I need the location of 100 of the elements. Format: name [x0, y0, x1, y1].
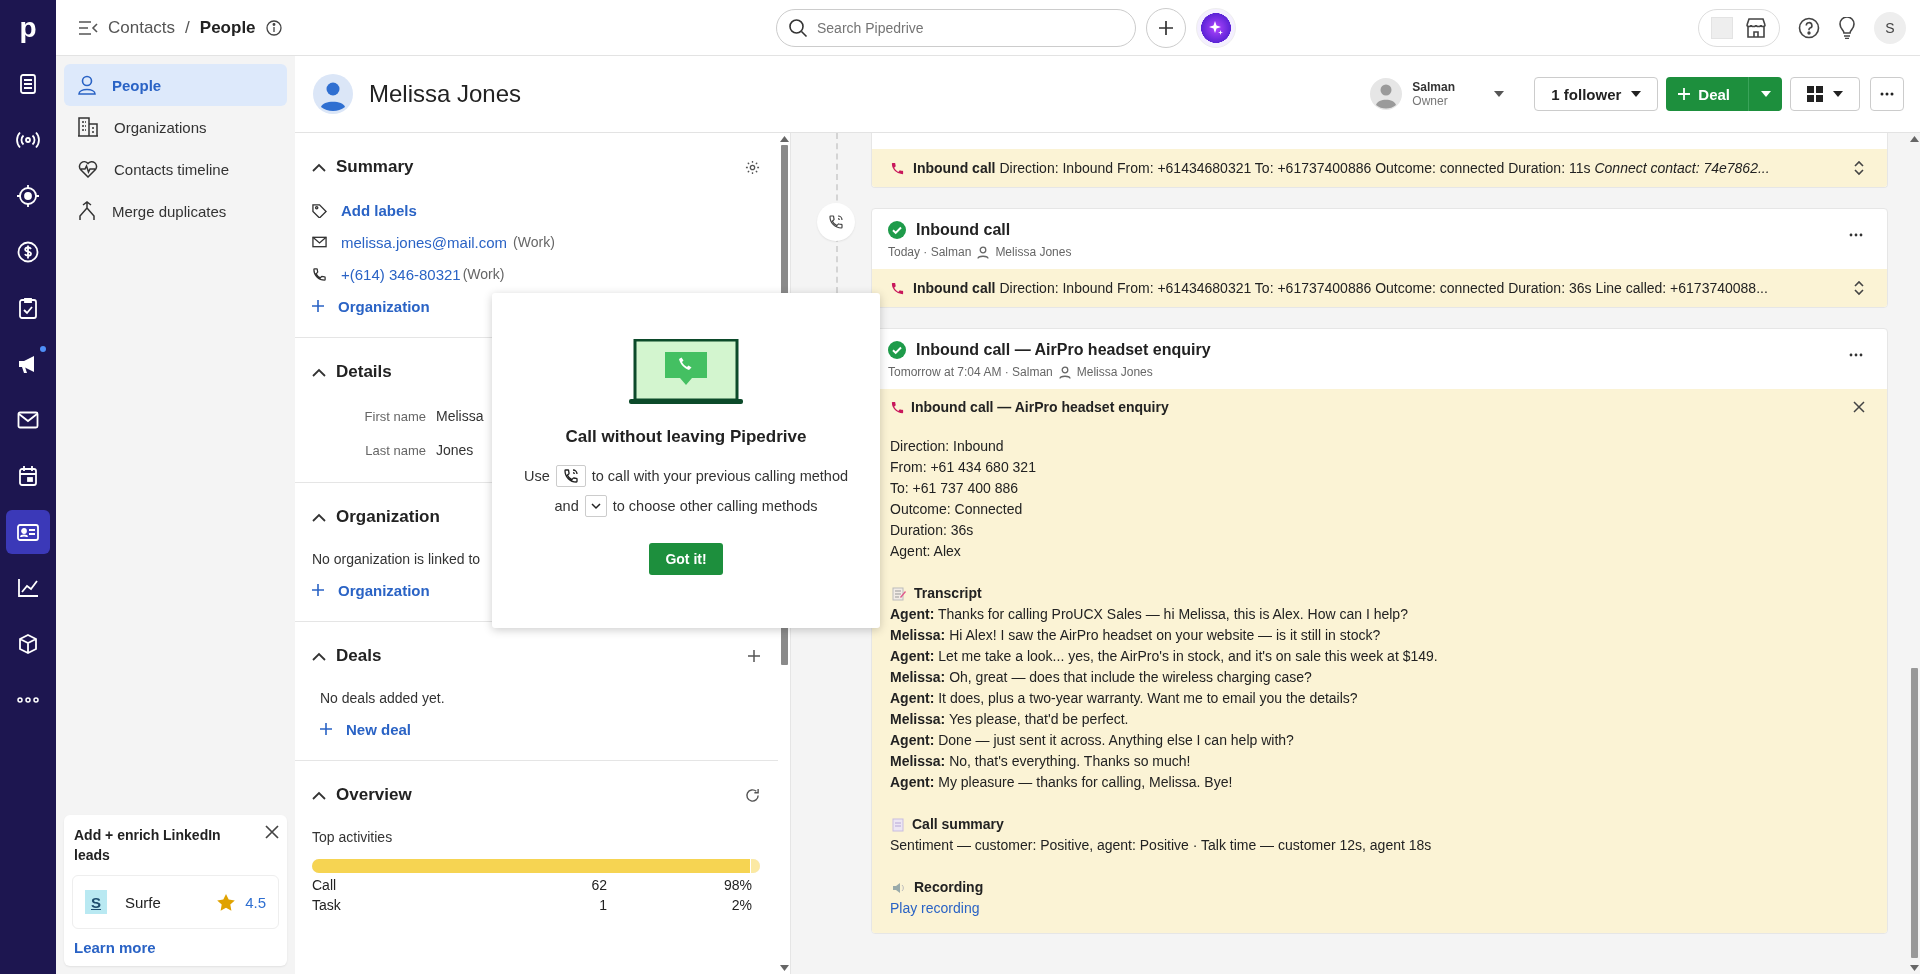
caret-icon [1760, 91, 1771, 97]
phone-icon [312, 266, 327, 282]
scroll-up-icon[interactable] [1909, 136, 1919, 142]
layout-button[interactable] [1790, 77, 1860, 111]
building-icon [78, 117, 98, 137]
chevron-up-icon[interactable] [312, 790, 326, 800]
more-icon [17, 697, 39, 703]
add-button[interactable] [1146, 7, 1186, 48]
activity-name: Call [312, 877, 338, 893]
settings-icon[interactable] [745, 159, 760, 175]
scroll-up-icon[interactable] [779, 136, 789, 142]
activity-name: Task [312, 897, 342, 913]
email-link[interactable]: melissa.jones@mail.com [341, 233, 508, 251]
popup-text: and [554, 498, 579, 514]
sidebar-item[interactable]: People [64, 64, 287, 106]
user-avatar [1370, 78, 1403, 110]
popup-text: to choose other calling methods [612, 498, 818, 514]
sidebar-item[interactable]: Organizations [64, 106, 287, 148]
owner-selector[interactable]: Salman Owner [1370, 78, 1505, 110]
check-circle-icon[interactable] [888, 341, 906, 359]
chevron-up-icon[interactable] [312, 162, 326, 172]
user-avatar[interactable]: S [1874, 11, 1906, 44]
activity-share: 2% [730, 897, 753, 913]
popup-text: to call with your previous calling method [591, 468, 849, 484]
section-title: Organization [336, 507, 440, 527]
refresh-icon[interactable] [745, 787, 760, 803]
field-label: First name [363, 408, 426, 424]
scroll-thumb[interactable] [1910, 668, 1918, 958]
activity-title[interactable]: Inbound call [916, 221, 1011, 239]
note-text: Inbound call Direction: Inbound From: +61434680321 To: +61737400886 Outcome: connected Duration: 11s Connect contact: 74e7862... [890, 160, 1770, 176]
add-deal-button[interactable]: Deal [1666, 77, 1748, 111]
mail-icon [17, 411, 39, 429]
dollar-icon [17, 241, 39, 263]
summary-heading: Call summary [890, 814, 1865, 835]
store-icon[interactable] [1745, 17, 1767, 38]
help-icon[interactable] [1798, 16, 1820, 39]
call-note[interactable]: Inbound call Direction: Inbound From: +61434680321 To: +61737400886 Outcome: connected Duration: 11s Connect contact: 74e7862... [872, 149, 1887, 187]
promo-title: Add + enrich LinkedIn leads [74, 826, 222, 865]
got-it-button[interactable]: Got it! [649, 543, 723, 575]
transcript-line: Melissa: Oh, great — does that include the wireless charging case? [890, 668, 1313, 687]
info-icon[interactable] [265, 19, 282, 36]
line-chart-icon [17, 578, 39, 598]
section-title: Summary [336, 157, 414, 177]
add-icon[interactable] [748, 650, 760, 662]
field-value[interactable]: Melissa [436, 408, 484, 424]
ai-assistant-button[interactable] [1196, 7, 1236, 48]
popup-title: Call without leaving Pipedrive [565, 427, 807, 447]
deal-dropdown-button[interactable] [1748, 77, 1782, 111]
plus-icon [1158, 19, 1174, 36]
call-detail: Agent: Alex [890, 542, 962, 561]
activity-time: Today · Salman [888, 245, 972, 259]
note-title: Inbound call — AirPro headset enquiry [890, 399, 1169, 415]
nav-item[interactable] [6, 510, 50, 554]
learn-more-link[interactable]: Learn more [72, 939, 279, 956]
chevron-key-icon [584, 495, 607, 517]
activity-title[interactable]: Inbound call — AirPro headset enquiry [916, 341, 1211, 359]
transcript-line: Agent: Thanks for calling ProUCX Sales — hi Melissa, this is Alex. How can I help? [890, 605, 1409, 624]
target-icon [16, 184, 40, 208]
app-card[interactable]: S Surfe 4.5 [72, 875, 279, 929]
check-circle-icon[interactable] [888, 221, 906, 239]
sidebar-item[interactable]: Merge duplicates [64, 190, 287, 232]
contact-name[interactable]: Melissa Jones [995, 245, 1072, 259]
field-value[interactable]: Jones [436, 442, 474, 458]
chevron-up-icon[interactable] [312, 367, 326, 377]
close-icon[interactable] [265, 825, 279, 839]
scroll-down-icon[interactable] [1909, 965, 1919, 971]
caret-icon [1833, 91, 1843, 97]
expand-icon[interactable] [1853, 160, 1865, 176]
add-labels-link[interactable]: Add labels [341, 201, 417, 219]
contact-name[interactable]: Melissa Jones [1076, 365, 1153, 379]
search-icon [788, 17, 808, 38]
grid-icon [1807, 86, 1823, 102]
breadcrumb-current: People [199, 17, 256, 38]
transcript-line: Agent: Let me take a look... yes, the AirPro's in stock, and it's on sale this week at $149. [890, 647, 1439, 666]
sidebar-item[interactable]: Contacts timeline [64, 148, 287, 190]
email-type: (Work) [513, 234, 555, 250]
search-field[interactable]: Search Pipedrive [776, 8, 1136, 47]
chevron-up-icon[interactable] [312, 651, 326, 661]
logo[interactable]: p [19, 0, 37, 56]
call-detail: To: +61 737 400 886 [890, 479, 1020, 498]
person-icon [1058, 365, 1071, 379]
close-icon[interactable] [1853, 401, 1865, 413]
person-avatar [313, 74, 353, 114]
breadcrumb-link[interactable]: Contacts [108, 17, 176, 38]
menu-icon[interactable] [78, 19, 98, 36]
add-organization-link[interactable]: Organization [338, 297, 430, 315]
call-note[interactable]: Inbound call Direction: Inbound From: +61434680321 To: +61737400886 Outcome: connected Duration: 36s Line called: +6173740088... [872, 269, 1887, 307]
followers-button[interactable]: 1 follower [1534, 77, 1659, 111]
person-name: Melissa Jones [369, 80, 522, 108]
owner-name: Salman [1412, 80, 1456, 94]
add-organization-link[interactable]: Organization [338, 581, 430, 599]
call-summary: Sentiment — customer: Positive, agent: Positive · Talk time — customer 12s, agent 18s [890, 836, 1433, 855]
lightbulb-icon[interactable] [1838, 16, 1856, 39]
scrollbar[interactable] [1908, 133, 1920, 974]
play-recording-link[interactable]: Play recording [890, 898, 1865, 919]
scroll-down-icon[interactable] [779, 965, 789, 971]
new-deal-link[interactable]: New deal [346, 720, 412, 738]
expand-icon[interactable] [1853, 280, 1865, 296]
phone-link[interactable]: +(614) 346-80321 [341, 265, 461, 283]
chevron-up-icon[interactable] [312, 512, 326, 522]
